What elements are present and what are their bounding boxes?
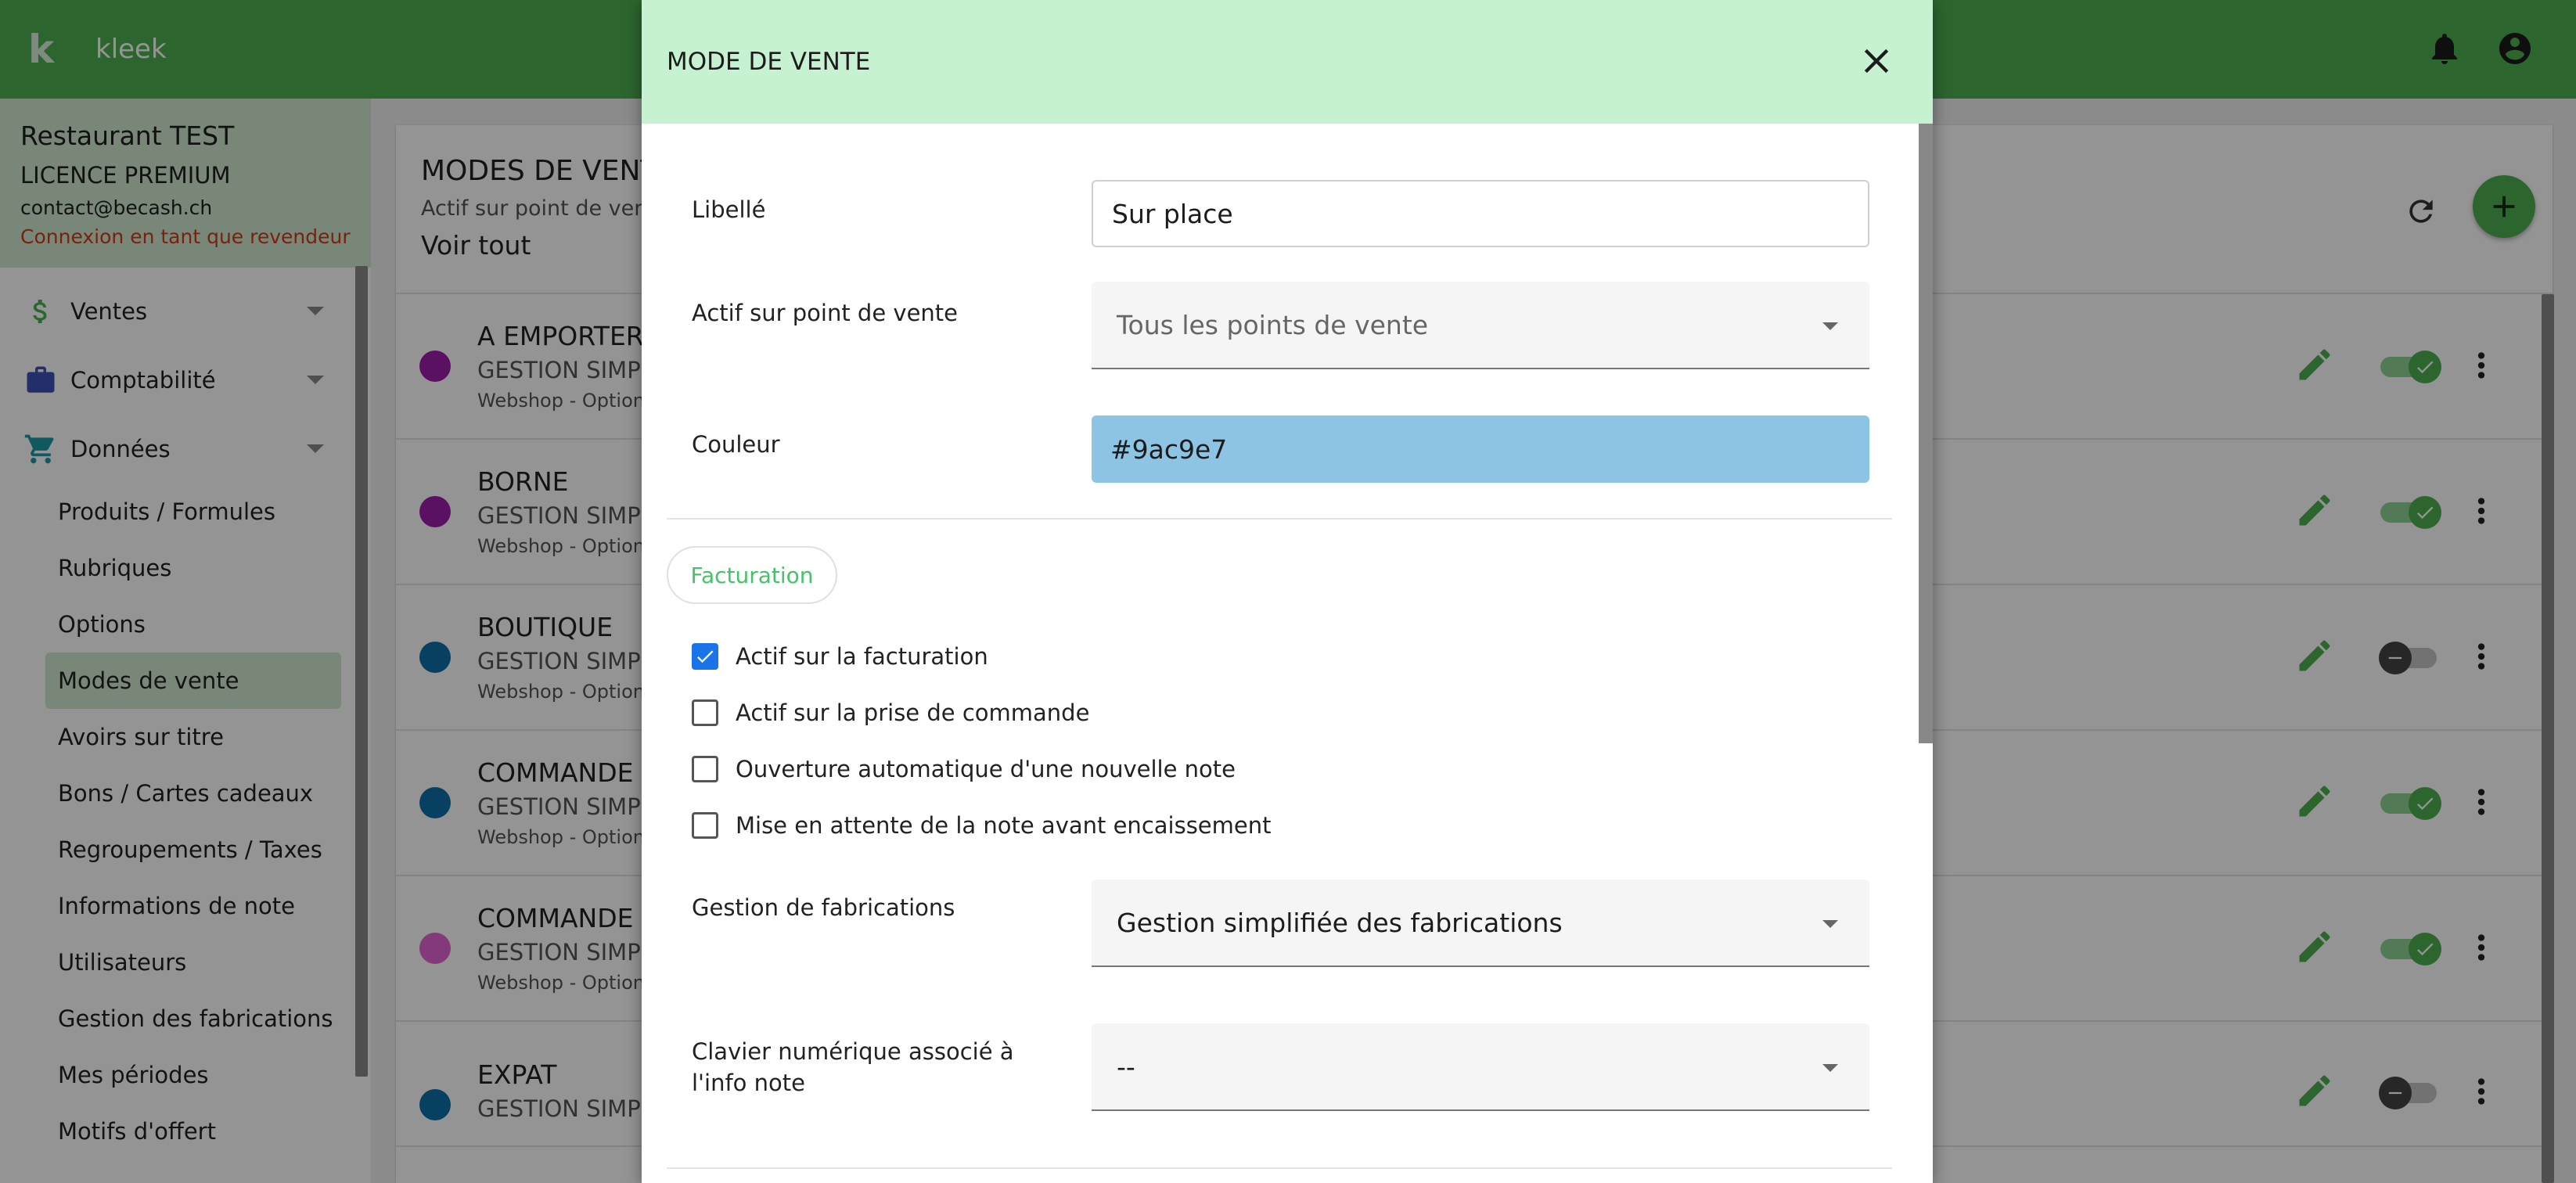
dialog-title: MODE DE VENTE (667, 48, 871, 76)
checkbox-label: Mise en attente de la note avant encaiss… (736, 812, 1272, 839)
keypad-select[interactable]: -- (1092, 1023, 1869, 1111)
checkbox-label: Actif sur la prise de commande (736, 699, 1090, 726)
keypad-label: Clavier numérique associé à l'info note (692, 1038, 1014, 1096)
facturation-tab[interactable]: Facturation (667, 546, 837, 604)
checkbox-label: Ouverture automatique d'une nouvelle not… (736, 756, 1236, 782)
fabrication-select[interactable]: Gestion simplifiée des fabrications (1092, 879, 1869, 967)
checkbox-unchecked[interactable] (692, 699, 718, 726)
dialog-header: MODE DE VENTE (642, 0, 1933, 124)
check-icon (696, 650, 714, 663)
fabrication-select-value: Gestion simplifiée des fabrications (1117, 907, 1563, 938)
dropdown-arrow-icon (1822, 920, 1838, 928)
color-input[interactable]: #9ac9e7 (1092, 415, 1869, 483)
checkbox-ouverture-auto[interactable]: Ouverture automatique d'une nouvelle not… (692, 756, 1236, 782)
pos-select[interactable]: Tous les points de vente (1092, 282, 1869, 369)
checkbox-unchecked[interactable] (692, 756, 718, 782)
checkbox-checked[interactable] (692, 643, 718, 670)
libelle-input[interactable]: Sur place (1092, 180, 1869, 247)
checkbox-mise-en-attente[interactable]: Mise en attente de la note avant encaiss… (692, 812, 1272, 839)
keypad-select-value: -- (1117, 1051, 1135, 1082)
mode-de-vente-dialog: MODE DE VENTE Libellé Sur place Actif su… (642, 0, 1933, 1183)
pos-label: Actif sur point de vente (692, 300, 958, 326)
section-divider (667, 1167, 1892, 1169)
section-divider (667, 518, 1892, 520)
checkbox-actif-facturation[interactable]: Actif sur la facturation (692, 643, 988, 670)
checkbox-unchecked[interactable] (692, 812, 718, 839)
close-icon[interactable] (1856, 41, 1897, 81)
pos-select-placeholder: Tous les points de vente (1117, 309, 1429, 340)
dialog-scrollbar[interactable] (1919, 124, 1933, 743)
dropdown-arrow-icon (1822, 1064, 1838, 1072)
checkbox-prise-commande[interactable]: Actif sur la prise de commande (692, 699, 1089, 726)
libelle-label: Libellé (692, 196, 766, 223)
checkbox-label: Actif sur la facturation (736, 643, 988, 670)
dropdown-arrow-icon (1822, 322, 1838, 330)
color-label: Couleur (692, 431, 780, 458)
fabrication-label: Gestion de fabrications (692, 894, 955, 921)
